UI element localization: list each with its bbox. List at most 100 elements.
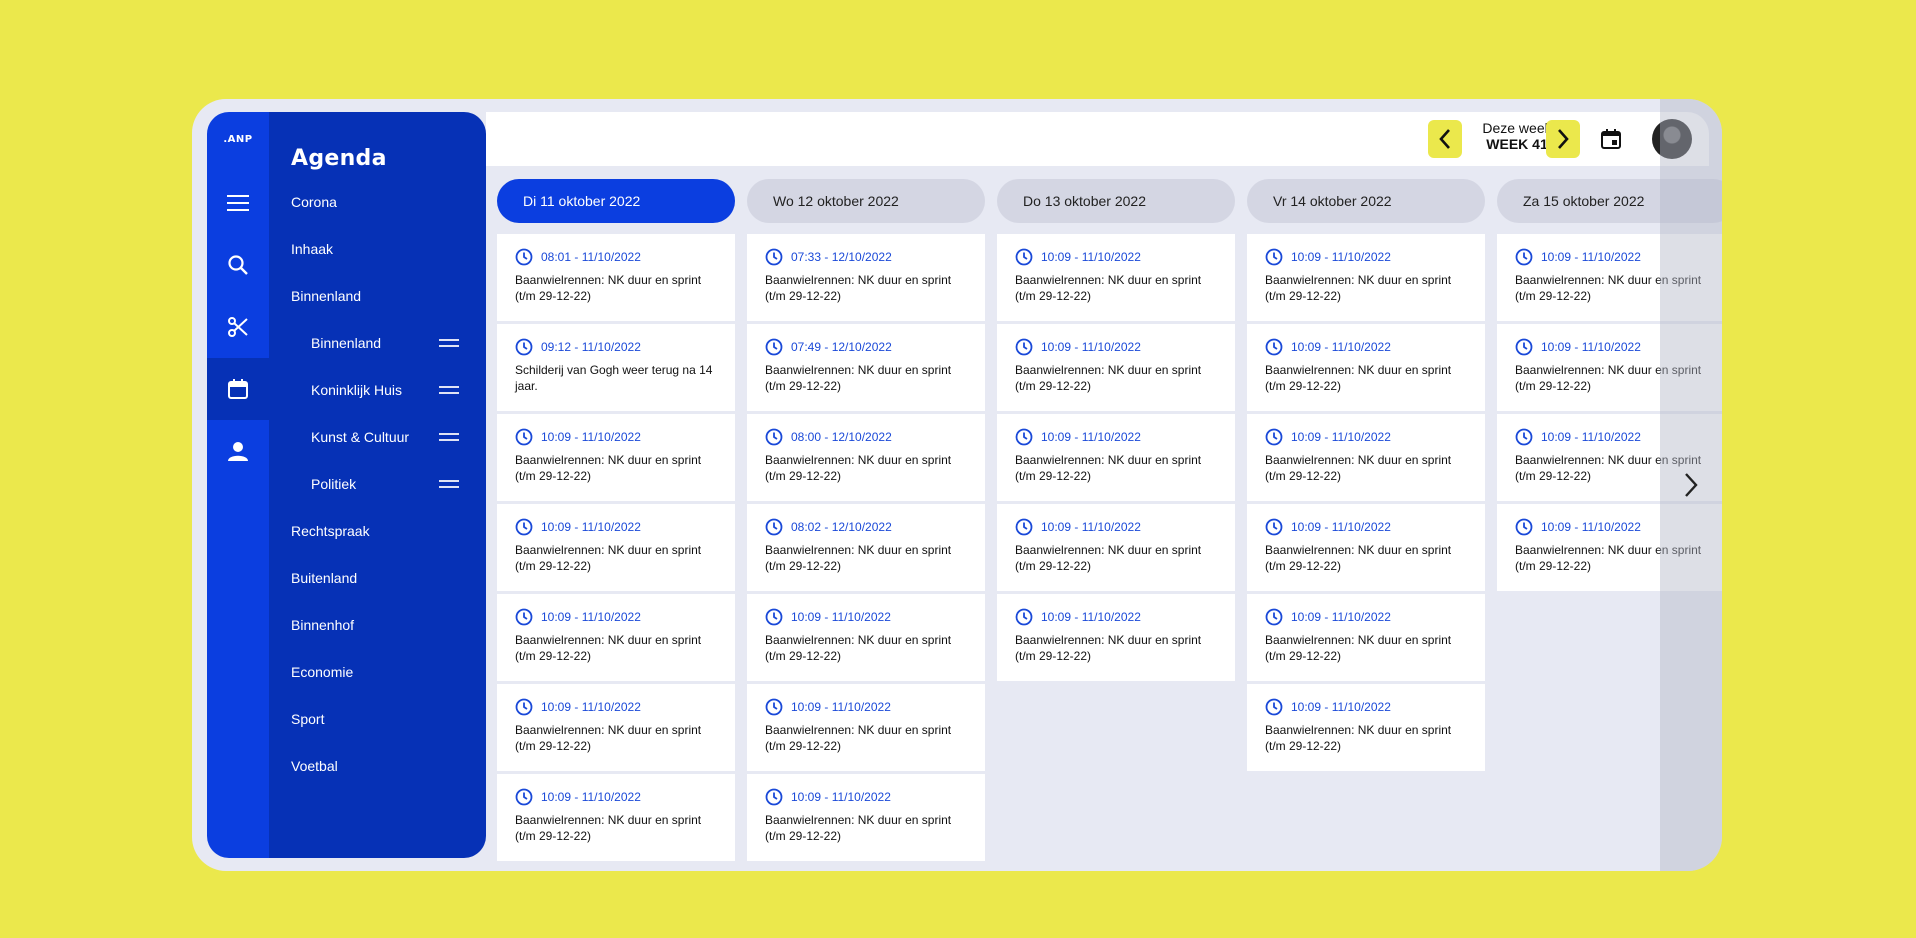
event-card[interactable]: 10:09 - 11/10/2022 Baanwielrennen: NK duu…: [1247, 324, 1485, 411]
drag-handle-icon[interactable]: [439, 386, 459, 394]
menu-item[interactable]: Voetbal: [291, 758, 338, 774]
event-time-label: 10:09 - 11/10/2022: [1541, 340, 1641, 354]
event-title: Baanwielrennen: NK duur en sprint (t/m 2…: [515, 453, 702, 483]
event-time: 10:09 - 11/10/2022: [515, 428, 719, 446]
event-card[interactable]: 10:09 - 11/10/2022 Baanwielrennen: NK duu…: [497, 774, 735, 861]
event-card[interactable]: 10:09 - 11/10/2022 Baanwielrennen: NK duu…: [747, 774, 985, 861]
event-card[interactable]: 10:09 - 11/10/2022 Baanwielrennen: NK duu…: [497, 684, 735, 771]
drag-handle-icon[interactable]: [439, 433, 459, 441]
calendar-icon[interactable]: [207, 358, 269, 420]
event-time: 10:09 - 11/10/2022: [1265, 518, 1469, 536]
menu-item[interactable]: Buitenland: [291, 570, 357, 586]
event-card[interactable]: 08:02 - 12/10/2022 Baanwielrennen: NK duu…: [747, 504, 985, 591]
day-header[interactable]: Di 11 oktober 2022: [497, 179, 735, 223]
event-time: 10:09 - 11/10/2022: [1015, 518, 1219, 536]
event-title: Baanwielrennen: NK duur en sprint (t/m 2…: [515, 723, 702, 753]
event-time-label: 08:02 - 12/10/2022: [791, 520, 892, 534]
menu-item-label: Corona: [291, 194, 337, 210]
event-card[interactable]: 10:09 - 11/10/2022 Baanwielrennen: NK duu…: [997, 414, 1235, 501]
menu-item[interactable]: Economie: [291, 664, 353, 680]
clock-icon: [765, 518, 783, 536]
event-title: Baanwielrennen: NK duur en sprint (t/m 2…: [765, 453, 952, 483]
event-card[interactable]: 10:09 - 11/10/2022 Baanwielrennen: NK duu…: [747, 594, 985, 681]
app-window: .ANP Agenda Corona Inhaak Binnenland Binnen…: [192, 99, 1722, 871]
day-header[interactable]: Wo 12 oktober 2022: [747, 179, 985, 223]
clock-icon: [515, 608, 533, 626]
event-card[interactable]: 10:09 - 11/10/2022 Baanwielrennen: NK duu…: [997, 234, 1235, 321]
event-title: Baanwielrennen: NK duur en sprint (t/m 2…: [1265, 723, 1452, 753]
menu-item[interactable]: Inhaak: [291, 241, 333, 257]
day-header[interactable]: Vr 14 oktober 2022: [1247, 179, 1485, 223]
clock-icon: [765, 338, 783, 356]
event-time: 09:12 - 11/10/2022: [515, 338, 719, 356]
menu-item[interactable]: Kunst & Cultuur: [311, 429, 459, 445]
clock-icon: [1015, 248, 1033, 266]
event-time-label: 10:09 - 11/10/2022: [791, 700, 891, 714]
next-week-button[interactable]: [1546, 120, 1580, 158]
drag-handle-icon[interactable]: [439, 480, 459, 488]
menu-item[interactable]: Koninklijk Huis: [311, 382, 459, 398]
menu-item[interactable]: Binnenhof: [291, 617, 354, 633]
day-header[interactable]: Do 13 oktober 2022: [997, 179, 1235, 223]
event-card[interactable]: 10:09 - 11/10/2022 Baanwielrennen: NK duu…: [1247, 414, 1485, 501]
menu-item-label: Economie: [291, 664, 354, 680]
event-card[interactable]: 10:09 - 11/10/2022 Baanwielrennen: NK duu…: [497, 594, 735, 681]
clock-icon: [515, 338, 533, 356]
event-title: Baanwielrennen: NK duur en sprint (t/m 2…: [1265, 363, 1452, 393]
prev-week-button[interactable]: [1428, 120, 1462, 158]
event-card[interactable]: 08:01 - 11/10/2022 Baanwielrennen: NK duu…: [497, 234, 735, 321]
event-card[interactable]: 10:09 - 11/10/2022 Baanwielrennen: NK duu…: [1247, 684, 1485, 771]
event-time-label: 10:09 - 11/10/2022: [1041, 250, 1141, 264]
scissors-icon[interactable]: [207, 296, 269, 358]
drag-handle-icon[interactable]: [439, 339, 459, 347]
menu-icon[interactable]: [207, 172, 269, 234]
event-card[interactable]: 10:09 - 11/10/2022 Baanwielrennen: NK duu…: [1247, 504, 1485, 591]
event-time-label: 10:09 - 11/10/2022: [1291, 250, 1391, 264]
clock-icon: [515, 698, 533, 716]
event-time: 10:09 - 11/10/2022: [1265, 248, 1469, 266]
clock-icon: [1265, 428, 1283, 446]
event-time-label: 10:09 - 11/10/2022: [1041, 430, 1141, 444]
search-icon[interactable]: [207, 234, 269, 296]
event-time-label: 10:09 - 11/10/2022: [541, 790, 641, 804]
event-time: 08:00 - 12/10/2022: [765, 428, 969, 446]
clock-icon: [1015, 608, 1033, 626]
event-card[interactable]: 10:09 - 11/10/2022 Baanwielrennen: NK duu…: [747, 684, 985, 771]
clock-icon: [1015, 338, 1033, 356]
event-time: 10:09 - 11/10/2022: [515, 698, 719, 716]
event-card[interactable]: 07:49 - 12/10/2022 Baanwielrennen: NK duu…: [747, 324, 985, 411]
event-title: Baanwielrennen: NK duur en sprint (t/m 2…: [765, 813, 952, 843]
clock-icon: [1515, 428, 1533, 446]
event-time-label: 10:09 - 11/10/2022: [541, 430, 641, 444]
top-bar: Deze week WEEK 41: [486, 112, 1709, 166]
clock-icon: [1015, 428, 1033, 446]
menu-item[interactable]: Politiek: [311, 476, 459, 492]
event-time-label: 10:09 - 11/10/2022: [1541, 250, 1641, 264]
menu-item[interactable]: Corona: [291, 194, 337, 210]
event-card[interactable]: 10:09 - 11/10/2022 Baanwielrennen: NK duu…: [997, 594, 1235, 681]
event-card[interactable]: 10:09 - 11/10/2022 Baanwielrennen: NK duu…: [497, 414, 735, 501]
date-picker-icon[interactable]: [1599, 127, 1623, 155]
event-card[interactable]: 09:12 - 11/10/2022 Schilderij van Gogh we…: [497, 324, 735, 411]
event-time-label: 09:12 - 11/10/2022: [541, 340, 641, 354]
menu-item[interactable]: Rechtspraak: [291, 523, 370, 539]
event-title: Baanwielrennen: NK duur en sprint (t/m 2…: [1265, 453, 1452, 483]
event-time-label: 10:09 - 11/10/2022: [1041, 340, 1141, 354]
event-card[interactable]: 08:00 - 12/10/2022 Baanwielrennen: NK duu…: [747, 414, 985, 501]
clock-icon: [1015, 518, 1033, 536]
menu-item[interactable]: Binnenland: [311, 335, 459, 351]
menu-item[interactable]: Binnenland: [291, 288, 361, 304]
scroll-right-icon[interactable]: [1683, 471, 1699, 503]
event-card[interactable]: 10:09 - 11/10/2022 Baanwielrennen: NK duu…: [497, 504, 735, 591]
event-title: Baanwielrennen: NK duur en sprint (t/m 2…: [1015, 363, 1202, 393]
event-card[interactable]: 10:09 - 11/10/2022 Baanwielrennen: NK duu…: [997, 504, 1235, 591]
event-card[interactable]: 10:09 - 11/10/2022 Baanwielrennen: NK duu…: [997, 324, 1235, 411]
event-card[interactable]: 07:33 - 12/10/2022 Baanwielrennen: NK duu…: [747, 234, 985, 321]
event-card[interactable]: 10:09 - 11/10/2022 Baanwielrennen: NK duu…: [1247, 594, 1485, 681]
clock-icon: [1265, 248, 1283, 266]
user-icon[interactable]: [207, 420, 269, 482]
event-card[interactable]: 10:09 - 11/10/2022 Baanwielrennen: NK duu…: [1247, 234, 1485, 321]
menu-item[interactable]: Sport: [291, 711, 324, 727]
anp-logo: .ANP: [223, 134, 253, 145]
event-title: Baanwielrennen: NK duur en sprint (t/m 2…: [765, 273, 952, 303]
